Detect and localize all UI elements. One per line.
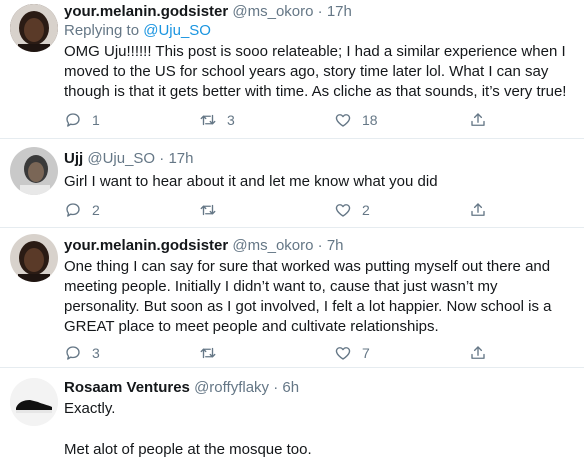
tweet-text-line: GREAT place to meet people and cultivate…: [64, 318, 439, 335]
timestamp[interactable]: 6h: [282, 379, 299, 396]
reply-icon: [66, 113, 80, 127]
tweet-text: One thing I can say for sure that worked…: [64, 257, 576, 337]
tweet-actions: 3 7: [64, 343, 509, 363]
retweet-icon: [200, 347, 216, 359]
retweet-button[interactable]: [199, 201, 334, 219]
like-button[interactable]: 18: [334, 111, 469, 129]
timestamp[interactable]: 17h: [327, 3, 352, 20]
separator-dot: ·: [159, 150, 165, 167]
retweet-button[interactable]: [199, 344, 334, 362]
share-icon: [471, 203, 485, 216]
like-button[interactable]: 2: [334, 201, 469, 219]
retweet-icon: [200, 204, 216, 216]
replying-label: Replying to: [64, 22, 140, 39]
heart-icon: [335, 347, 351, 360]
share-button[interactable]: [469, 344, 509, 362]
avatar[interactable]: [10, 234, 58, 282]
reply-count: 1: [92, 112, 100, 128]
reply-count: 2: [92, 202, 100, 218]
share-button[interactable]: [469, 111, 509, 129]
like-button[interactable]: 7: [334, 344, 469, 362]
tweet-text-line: though is that it gets better with time.…: [64, 83, 567, 100]
heart-icon: [335, 114, 351, 127]
retweet-count: 3: [227, 112, 235, 128]
tweet-text-line: personality. But soon as I got involved,…: [64, 298, 552, 315]
author-name[interactable]: Rosaam Ventures: [64, 379, 190, 396]
author-handle[interactable]: @ms_okoro: [232, 3, 313, 20]
reply-button[interactable]: 2: [64, 201, 199, 219]
author-handle[interactable]: @ms_okoro: [232, 237, 313, 254]
separator-dot: ·: [317, 3, 323, 20]
like-count: 7: [362, 345, 370, 361]
tweet-actions: 1 3 18: [64, 110, 509, 130]
author-handle[interactable]: @Uju_SO: [87, 150, 155, 167]
tweet-text-line: Exactly.: [64, 400, 116, 417]
reply-icon: [66, 203, 80, 217]
share-button[interactable]: [469, 201, 509, 219]
tweet-text-line: OMG Uju!!!!!! This post is sooo relateab…: [64, 43, 566, 60]
reply-count: 3: [92, 345, 100, 361]
separator-dot: ·: [273, 379, 279, 396]
tweet-header: Rosaam Ventures @roffyflaky · 6h: [64, 378, 576, 397]
tweet[interactable]: your.melanin.godsister @ms_okoro · 7h On…: [0, 228, 584, 368]
tweet-text: Exactly. Met alot of people at the mosqu…: [64, 399, 576, 460]
tweet-text: Girl I want to hear about it and let me …: [64, 172, 576, 192]
reply-button[interactable]: 1: [64, 111, 199, 129]
retweet-icon: [200, 114, 216, 126]
author-name[interactable]: Ujj: [64, 150, 83, 167]
tweet[interactable]: your.melanin.godsister @ms_okoro · 17h R…: [0, 0, 584, 139]
tweet-text-line: Girl I want to hear about it and let me …: [64, 173, 438, 190]
tweet-actions: 2 2: [64, 200, 509, 220]
tweet-text: OMG Uju!!!!!! This post is sooo relateab…: [64, 42, 576, 102]
tweet-text-line: [64, 419, 576, 439]
retweet-button[interactable]: 3: [199, 111, 334, 129]
tweet-text-line: moved to the US for school years ago, st…: [64, 63, 549, 80]
replying-to: Replying to @Uju_SO: [64, 21, 576, 40]
like-count: 18: [362, 112, 378, 128]
heart-icon: [335, 204, 351, 217]
author-name[interactable]: your.melanin.godsister: [64, 237, 228, 254]
reply-button[interactable]: 3: [64, 344, 199, 362]
timestamp[interactable]: 17h: [168, 150, 193, 167]
tweet-header: your.melanin.godsister @ms_okoro · 17h: [64, 2, 576, 21]
author-handle[interactable]: @roffyflaky: [194, 379, 269, 396]
tweet-text-line: meeting people. Initially I didn’t want …: [64, 278, 498, 295]
tweet[interactable]: Rosaam Ventures @roffyflaky · 6h Exactly…: [0, 368, 584, 470]
author-name[interactable]: your.melanin.godsister: [64, 3, 228, 20]
like-count: 2: [362, 202, 370, 218]
mention-link[interactable]: @Uju_SO: [143, 22, 211, 39]
avatar[interactable]: [10, 147, 58, 195]
tweet-thread: your.melanin.godsister @ms_okoro · 17h R…: [0, 0, 584, 470]
tweet-header: your.melanin.godsister @ms_okoro · 7h: [64, 236, 576, 255]
tweet[interactable]: Ujj @Uju_SO · 17h Girl I want to hear ab…: [0, 139, 584, 228]
tweet-text-line: One thing I can say for sure that worked…: [64, 258, 551, 275]
reply-icon: [66, 346, 80, 360]
share-icon: [471, 113, 485, 126]
separator-dot: ·: [317, 237, 323, 254]
tweet-text-line: Met alot of people at the mosque too.: [64, 441, 312, 458]
shoe-icon: [10, 378, 58, 426]
avatar[interactable]: [10, 4, 58, 52]
tweet-header: Ujj @Uju_SO · 17h: [64, 149, 576, 168]
share-icon: [471, 346, 485, 359]
timestamp[interactable]: 7h: [327, 237, 344, 254]
avatar[interactable]: [10, 378, 58, 426]
